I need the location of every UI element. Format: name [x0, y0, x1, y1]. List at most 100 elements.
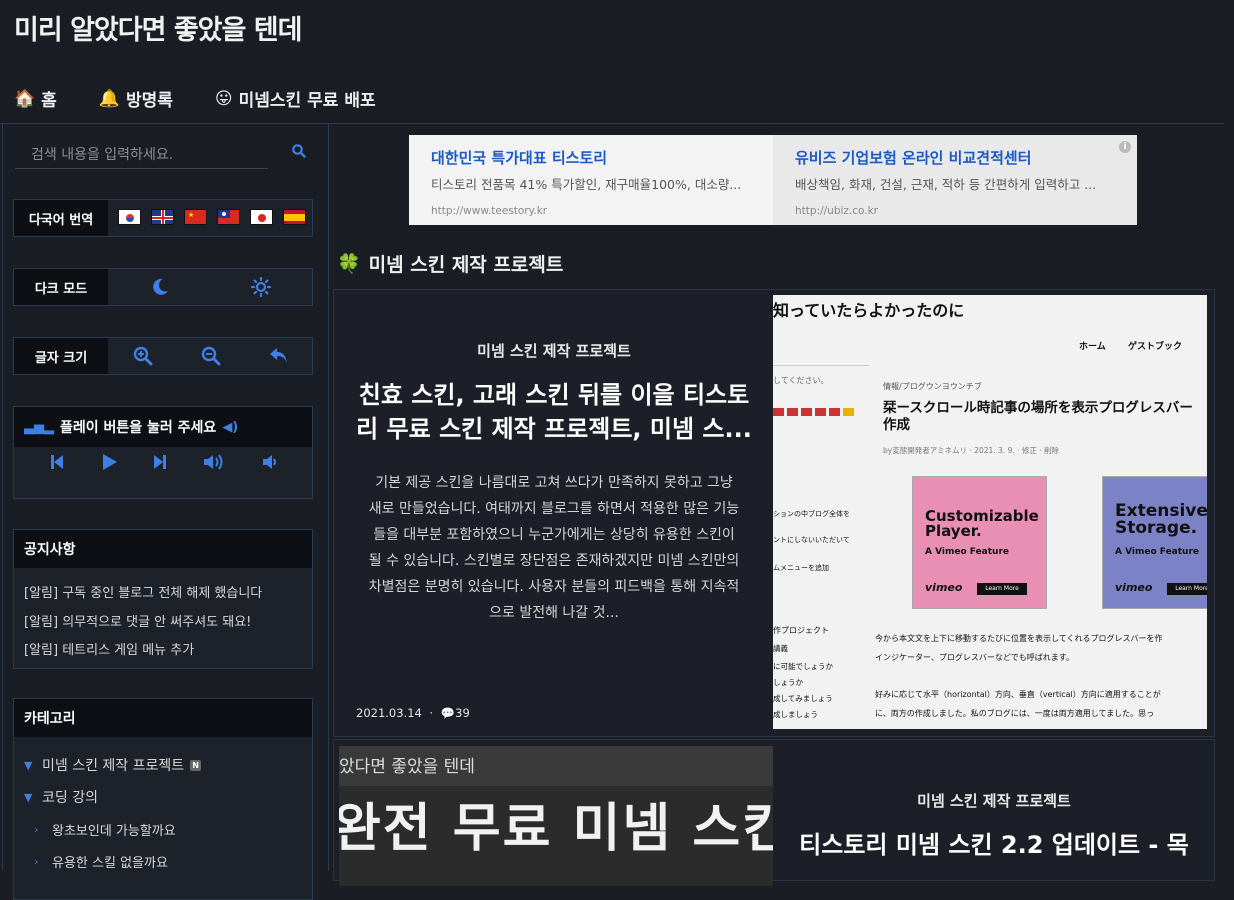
ad-item[interactable]: 대한민국 특가대표 티스토리 티스토리 전품목 41% 특가할인, 재구매율10… — [409, 135, 773, 225]
thumb-divider — [773, 365, 869, 366]
reset-arrow-icon[interactable] — [268, 346, 290, 366]
thumb-big-text: 완전 무료 미넴 스킨 — [339, 799, 773, 859]
post-text: 미넴 스킨 제작 프로젝트 친효 스킨, 고래 스킨 뒤를 이을 티스토 리 무… — [334, 290, 774, 736]
notice-item[interactable]: [알림] 구독 중인 블로그 전체 해제 했습니다 — [24, 580, 262, 609]
post-title-line: 친효 스킨, 고래 스킨 뒤를 이을 티스토 — [358, 381, 750, 409]
category-label: 왕초보인데 가능할까요 — [52, 823, 176, 839]
nav-home-label: 홈 — [41, 91, 57, 111]
thumb-side-text: に可能でしょうか — [773, 662, 833, 671]
thumb-side-text: 講義 — [773, 644, 788, 653]
thumb-ad-learn: Learn More — [977, 583, 1027, 595]
search-input[interactable]: 검색 내용을 입력하세요. — [15, 138, 268, 169]
subcategory-item[interactable]: › 왕초보인데 가능할까요 — [24, 813, 201, 845]
thumb-meta: by変態開発者アミネムリ · 2021. 3. 9. · 修正 · 削除 — [883, 446, 1060, 455]
flag-japan-icon[interactable] — [250, 209, 273, 225]
ad-title[interactable]: 유비즈 기업보험 온라인 비교견적센터 — [795, 147, 1137, 168]
post-thumbnail[interactable]: 知っていたらよかったのに ホーム ゲストブック してください。 情報/プログウン… — [773, 295, 1207, 729]
flag-korea-icon[interactable] — [118, 209, 141, 225]
post-meta: 2021.03.14 · 💬39 — [356, 706, 470, 720]
thumb-menu: ゲストブック — [1128, 342, 1183, 352]
thumb-side-text: 作プロジェクト — [773, 626, 829, 635]
translate-panel: 다국어 번역 ★ — [13, 199, 313, 237]
thumb-title: 栞ースクロール時記事の場所を表示プログレスバー作成 — [883, 400, 1193, 433]
subcategory-item[interactable]: › 유용한 스킬 없을까요 — [24, 845, 201, 877]
next-icon[interactable] — [152, 453, 168, 471]
category-title: 카테고리 — [14, 699, 312, 737]
category-label: 유용한 스킬 없을까요 — [52, 855, 168, 871]
notice-item[interactable]: [알림] 의무적으로 댓글 안 써주셔도 돼요! — [24, 609, 262, 638]
thumb-paragraph: 好みに応じて水平（horizontal）方向、垂直（vertical）方向に適用… — [875, 690, 1161, 699]
chevron-down-icon: ▼ — [24, 758, 33, 772]
sun-icon[interactable] — [251, 277, 271, 297]
search-placeholder: 검색 내용을 입력하세요. — [31, 147, 174, 163]
translate-label: 다국어 번역 — [14, 200, 108, 236]
flag-uk-icon[interactable] — [151, 209, 174, 225]
tongue-face-icon: 😛 — [214, 88, 233, 109]
thumb-ad-brand: vimeo — [925, 581, 963, 594]
post-text: 미넴 스킨 제작 프로젝트 티스토리 미넴 스킨 2.2 업데이트 - 목 — [774, 740, 1214, 880]
volume-up-icon[interactable] — [202, 453, 226, 471]
thumb-ad-card: Customizable Player. A Vimeo Feature vim… — [912, 476, 1047, 609]
post-title[interactable]: 티스토리 미넴 스킨 2.2 업데이트 - 목 — [790, 828, 1198, 862]
search-icon[interactable] — [291, 143, 307, 159]
volume-down-icon[interactable] — [261, 453, 277, 471]
ad-banner[interactable]: 대한민국 특가대표 티스토리 티스토리 전품목 41% 특가할인, 재구매율10… — [409, 135, 1137, 225]
notice-box: 공지사항 [알림] 구독 중인 블로그 전체 해제 했습니다 [알림] 의무적으… — [13, 529, 313, 669]
thumb-ad-sub: A Vimeo Feature — [925, 547, 1010, 557]
clover-icon: 🍀 — [337, 253, 361, 275]
ad-item[interactable]: 유비즈 기업보험 온라인 비교견적센터 배상책임, 화재, 건설, 근재, 적하… — [773, 135, 1137, 225]
post-category[interactable]: 미넴 스킨 제작 프로젝트 — [774, 790, 1214, 811]
notice-list: [알림] 구독 중인 블로그 전체 해제 했습니다 [알림] 의무적으로 댓글 … — [24, 580, 262, 666]
flag-spain-icon[interactable] — [283, 209, 306, 225]
thumb-ad-brand: vimeo — [1115, 581, 1153, 594]
player-header: ▃▅▂ 플레이 버튼을 눌러 주세요 ◀) — [14, 407, 312, 447]
moon-icon[interactable] — [150, 277, 170, 297]
post-card[interactable]: 았다면 좋았을 텐데 완전 무료 미넴 스킨 미넴 스킨 제작 프로젝트 티스토… — [333, 739, 1215, 886]
volume-small-icon: ◀) — [222, 419, 239, 435]
thumb-small-text: 았다면 좋았을 텐데 — [339, 757, 475, 777]
home-icon: 🏠 — [14, 88, 36, 109]
flag-taiwan-icon[interactable] — [217, 209, 240, 225]
thumb-search: してください。 — [773, 376, 829, 385]
category-item[interactable]: ▼ 미넴 스킨 제작 프로젝트 N — [24, 749, 202, 781]
chevron-right-icon: › — [34, 822, 39, 836]
bell-icon: 🔔 — [98, 88, 120, 109]
notice-title: 공지사항 — [14, 530, 312, 568]
category-box: 카테고리 ▼ 미넴 스킨 제작 프로젝트 N ▼ 코딩 강의 › 왕초보인데 가능할까요… — [13, 698, 313, 900]
thumb-crumb: 情報/プログウンヨウンチブ — [883, 382, 982, 391]
post-thumbnail[interactable]: 았다면 좋았을 텐데 완전 무료 미넴 스킨 — [339, 746, 773, 886]
zoom-in-icon[interactable] — [133, 346, 153, 366]
ad-url: http://ubiz.co.kr — [795, 205, 879, 217]
post-title[interactable]: 친효 스킨, 고래 스킨 뒤를 이을 티스토 리 무료 스킨 제작 프로젝트, … — [350, 378, 758, 446]
new-badge: N — [190, 759, 202, 771]
thumb-heading: 知っていたらよかったのに — [773, 301, 965, 320]
ad-info-icon[interactable]: i — [1119, 141, 1131, 153]
category-label: 코딩 강의 — [42, 790, 98, 806]
previous-icon[interactable] — [49, 453, 65, 471]
category-list: ▼ 미넴 스킨 제작 프로젝트 N ▼ 코딩 강의 › 왕초보인데 가능할까요 › 유용한… — [24, 749, 202, 877]
thumb-ad-title: Extensive Storage. — [1115, 501, 1207, 538]
thumb-side-text: ントにしないいただいて — [773, 536, 850, 544]
thumb-side-text: しょうか — [773, 678, 803, 687]
darkmode-label: 다크 모드 — [14, 269, 108, 305]
nav-guestbook[interactable]: 🔔 방명록 — [98, 86, 173, 112]
play-icon[interactable] — [100, 453, 118, 471]
ad-url: http://www.teestory.kr — [431, 205, 548, 217]
post-card[interactable]: 미넴 스킨 제작 프로젝트 친효 스킨, 고래 스킨 뒤를 이을 티스토 리 무… — [333, 289, 1215, 737]
post-category[interactable]: 미넴 스킨 제작 프로젝트 — [334, 340, 774, 361]
site-title[interactable]: 미리 알았다면 좋았을 텐데 — [14, 8, 302, 47]
category-item[interactable]: ▼ 코딩 강의 — [24, 781, 201, 813]
nav-home[interactable]: 🏠 홈 — [14, 86, 57, 112]
thumb-side-text: 成しましょう — [773, 710, 818, 719]
notice-item[interactable]: [알림] 테트리스 게임 메뉴 추가 — [24, 637, 262, 666]
comment-icon: 💬 — [440, 706, 456, 720]
thumb-menu: ホーム — [1079, 342, 1106, 352]
thumb-side-text: ションの中ブログ全体を — [773, 510, 850, 518]
music-player: ▃▅▂ 플레이 버튼을 눌러 주세요 ◀) — [13, 406, 313, 499]
zoom-out-icon[interactable] — [201, 346, 221, 366]
ad-title[interactable]: 대한민국 특가대표 티스토리 — [431, 147, 773, 168]
equalizer-icon: ▃▅▂ — [24, 419, 54, 435]
thumb-ad-learn: Learn More — [1167, 583, 1207, 595]
flag-china-icon[interactable]: ★ — [184, 209, 207, 225]
nav-skin-download[interactable]: 😛 미넴스킨 무료 배포 — [214, 86, 376, 112]
